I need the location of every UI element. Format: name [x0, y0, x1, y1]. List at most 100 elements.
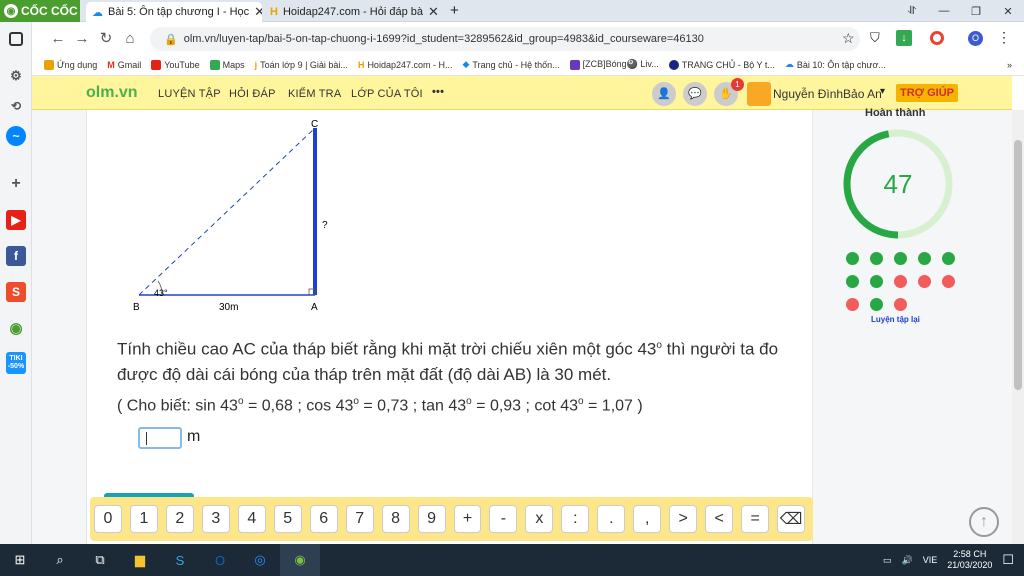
- new-tab-icon[interactable]: +: [450, 2, 459, 19]
- keypad-key[interactable]: 0: [94, 505, 122, 533]
- scrollbar[interactable]: [1012, 110, 1024, 544]
- answer-input[interactable]: [138, 427, 182, 449]
- notification-center-icon[interactable]: ☐: [1002, 552, 1014, 568]
- keypad-key[interactable]: 2: [165, 505, 194, 533]
- keypad-key[interactable]: 3: [201, 505, 230, 533]
- facebook-icon[interactable]: f: [6, 246, 26, 266]
- close-window-icon[interactable]: ✕: [992, 0, 1024, 22]
- keypad-key[interactable]: 7: [345, 505, 374, 533]
- answer-dot-green[interactable]: [918, 252, 931, 265]
- scrollbar-thumb[interactable]: [1014, 140, 1022, 390]
- answer-dot-green[interactable]: [870, 275, 883, 288]
- answer-dot-red[interactable]: [894, 298, 907, 311]
- history-icon[interactable]: ⟲: [6, 96, 26, 116]
- keypad-key[interactable]: 8: [381, 505, 410, 533]
- nav-luyen-tap[interactable]: LUYỆN TẬP: [158, 88, 221, 100]
- menu-icon[interactable]: ⋮: [997, 29, 1011, 46]
- answer-dot-green[interactable]: [870, 252, 883, 265]
- bookmark-trangchu[interactable]: ◆ Trang chủ - Hệ thốn...: [462, 59, 559, 70]
- tabs-menu-icon[interactable]: ⥯: [896, 0, 928, 22]
- answer-dot-green[interactable]: [870, 298, 883, 311]
- network-icon[interactable]: ▭: [883, 555, 892, 566]
- search-icon[interactable]: ⌕: [40, 544, 80, 576]
- keypad-key[interactable]: ⌫: [777, 505, 806, 533]
- restore-icon[interactable]: ❐: [960, 0, 992, 22]
- coccoc-icon[interactable]: ◉: [6, 318, 26, 338]
- scroll-top-icon[interactable]: ↑: [969, 507, 999, 537]
- avatar[interactable]: [747, 82, 771, 106]
- skype-icon[interactable]: S: [160, 544, 200, 576]
- keypad-key[interactable]: <: [705, 505, 734, 533]
- windows-start-icon[interactable]: ⊞: [0, 544, 40, 576]
- outlook-icon[interactable]: O: [200, 544, 240, 576]
- download-icon[interactable]: ↓: [896, 30, 912, 46]
- keypad-key[interactable]: -: [489, 505, 518, 533]
- keypad-key[interactable]: >: [669, 505, 698, 533]
- bookmark-hoidap[interactable]: H Hoidap247.com - H...: [358, 60, 453, 70]
- profile-icon[interactable]: O: [968, 31, 983, 46]
- file-explorer-icon[interactable]: ▆: [120, 544, 160, 576]
- youtube-icon[interactable]: ▶: [6, 210, 26, 230]
- home-icon[interactable]: ⌂: [118, 26, 142, 50]
- coccoc-taskbar-icon[interactable]: ◉: [280, 544, 320, 576]
- retry-link[interactable]: Luyện tập lại: [871, 315, 920, 324]
- clock[interactable]: 2:58 CH 21/03/2020: [947, 549, 992, 571]
- keypad-key[interactable]: 9: [417, 505, 446, 533]
- shopee-icon[interactable]: S: [6, 282, 26, 302]
- bookmark-toan9[interactable]: j Toán lớp 9 | Giải bài...: [255, 60, 348, 70]
- tab-hoidap[interactable]: H Hoidap247.com - Hỏi đáp bà ✕: [264, 2, 444, 22]
- answer-dot-green[interactable]: [894, 252, 907, 265]
- help-button[interactable]: TRỢ GIÚP: [896, 84, 958, 102]
- bookmark-youtube[interactable]: YouTube: [151, 59, 200, 70]
- bookmark-zcb[interactable]: [ZCB]Bóng🎱 Liv...: [569, 59, 659, 70]
- username[interactable]: Nguyễn ĐìnhBảo An: [773, 87, 882, 101]
- nav-hoi-dap[interactable]: HỎI ĐÁP: [229, 88, 276, 100]
- tiki-badge[interactable]: TIKI -50%: [6, 352, 26, 374]
- address-bar[interactable]: 🔒 olm.vn/luyen-tap/bai-5-on-tap-chuong-i-…: [150, 27, 860, 51]
- chevron-down-icon[interactable]: ▾: [880, 86, 885, 97]
- bookmark-boyte[interactable]: TRANG CHỦ - Bộ Y t...: [668, 59, 775, 70]
- reload-icon[interactable]: ↻: [94, 26, 118, 50]
- answer-dot-green[interactable]: [846, 252, 859, 265]
- star-icon[interactable]: ☆: [842, 30, 855, 47]
- nav-kiem-tra[interactable]: KIỂM TRA: [288, 88, 341, 100]
- keypad-key[interactable]: x: [525, 505, 554, 533]
- sidebar-toggle-icon[interactable]: [9, 32, 23, 46]
- bookmark-bai10[interactable]: ☁ Bài 10: Ôn tập chươ...: [785, 59, 886, 70]
- keypad-key[interactable]: :: [561, 505, 590, 533]
- tab-olm[interactable]: ☁ Bài 5: Ôn tập chương I - Học ✕: [86, 2, 262, 22]
- answer-dot-red[interactable]: [942, 275, 955, 288]
- close-icon[interactable]: ✕: [428, 4, 439, 20]
- keypad-key[interactable]: =: [741, 505, 770, 533]
- keypad-key[interactable]: +: [453, 505, 482, 533]
- minimize-icon[interactable]: —: [928, 0, 960, 22]
- close-icon[interactable]: ✕: [254, 4, 262, 20]
- extension-icon[interactable]: [930, 31, 944, 45]
- keypad-key[interactable]: 1: [129, 505, 158, 533]
- add-icon[interactable]: +: [6, 174, 26, 194]
- answer-dot-red[interactable]: [846, 298, 859, 311]
- answer-dot-red[interactable]: [918, 275, 931, 288]
- nav-more[interactable]: •••: [432, 86, 444, 98]
- browser-brand[interactable]: ◉ CỐC CỐC: [0, 0, 80, 22]
- keypad-key[interactable]: .: [597, 505, 626, 533]
- task-view-icon[interactable]: ⧉: [80, 544, 120, 576]
- answer-dot-green[interactable]: [942, 252, 955, 265]
- answer-dot-green[interactable]: [846, 275, 859, 288]
- settings-icon[interactable]: ⚙: [6, 66, 26, 86]
- answer-dot-red[interactable]: [894, 275, 907, 288]
- nav-lop-cua-toi[interactable]: LỚP CỦA TÔI: [351, 88, 423, 100]
- chat-icon[interactable]: 💬: [683, 82, 707, 106]
- zalo-icon[interactable]: ◎: [240, 544, 280, 576]
- forward-icon[interactable]: →: [70, 26, 94, 50]
- keypad-key[interactable]: 6: [309, 505, 338, 533]
- bookmark-apps[interactable]: Ứng dụng: [44, 59, 97, 70]
- shield-icon[interactable]: ⛉: [870, 30, 880, 46]
- volume-icon[interactable]: 🔊: [902, 555, 913, 566]
- bookmark-gmail[interactable]: M Gmail: [107, 60, 141, 70]
- friends-icon[interactable]: 👤: [652, 82, 676, 106]
- back-icon[interactable]: ←: [46, 26, 70, 50]
- more-bookmarks-icon[interactable]: »: [1007, 60, 1012, 70]
- keypad-key[interactable]: 5: [273, 505, 302, 533]
- language-indicator[interactable]: VIE: [923, 555, 938, 565]
